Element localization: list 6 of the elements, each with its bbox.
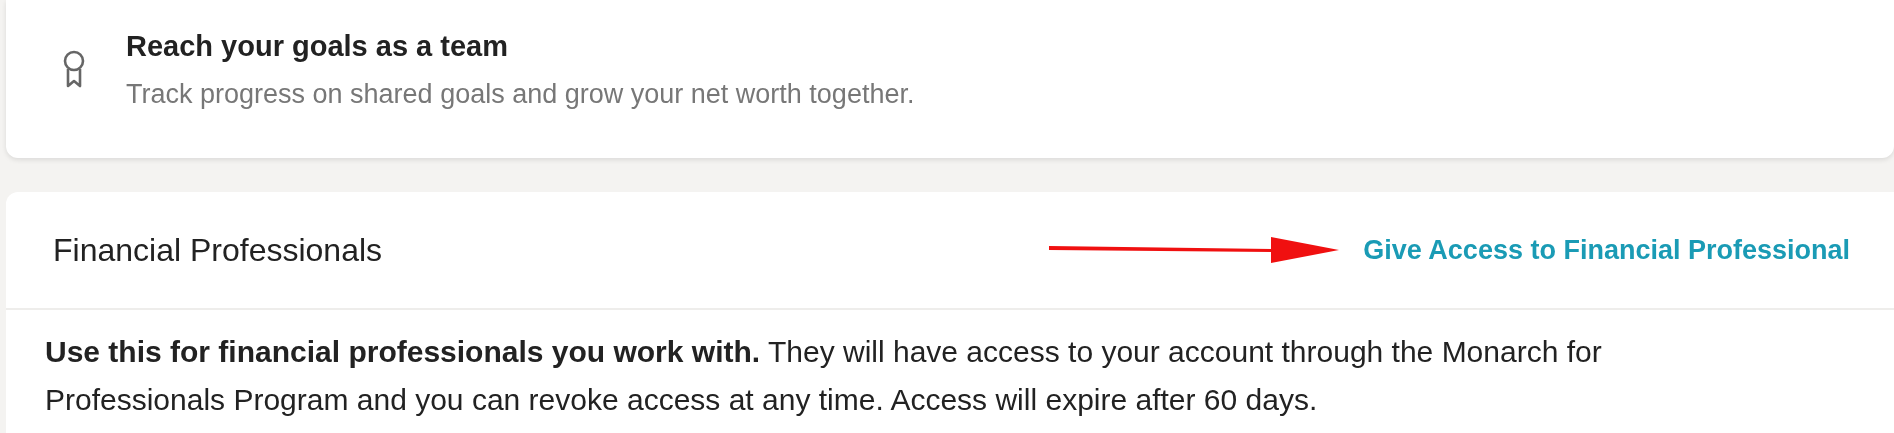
- section-title: Financial Professionals: [53, 231, 384, 269]
- award-ribbon-icon: [62, 50, 86, 90]
- goal-description: Track progress on shared goals and grow your net worth together.: [126, 79, 915, 110]
- give-access-link[interactable]: Give Access to Financial Professional: [1363, 234, 1850, 266]
- description-paragraph: Use this for financial professionals you work with. They will have access to your account through the Monarch for Professionals Program and you can revoke access at any time. Access will expire after 60 days.: [44, 334, 1603, 418]
- goal-title: Reach your goals as a team: [126, 30, 509, 63]
